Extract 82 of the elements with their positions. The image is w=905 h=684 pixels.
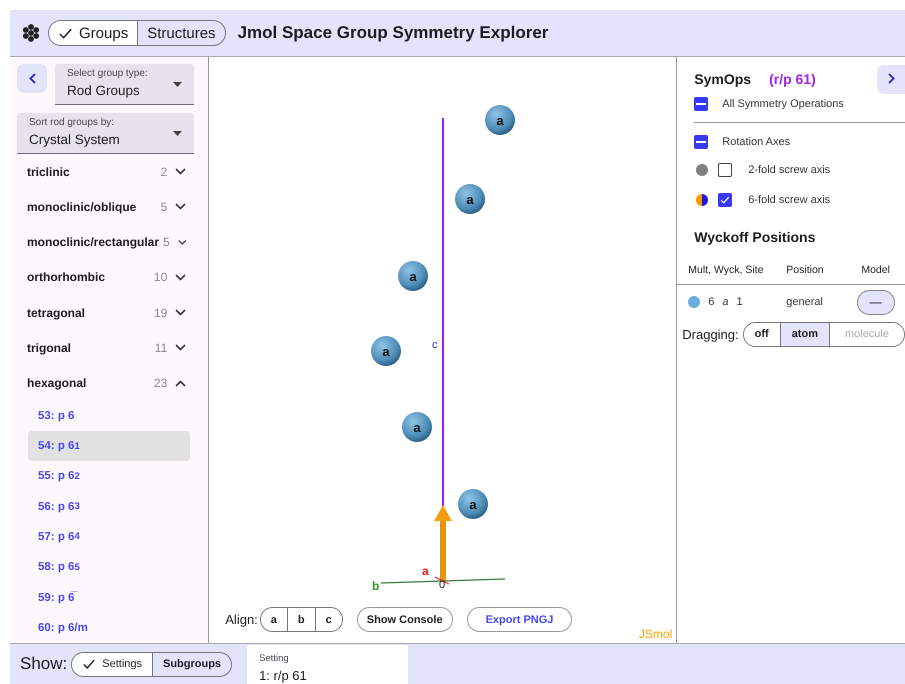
group-count: 19: [154, 306, 168, 320]
minus-icon: [696, 103, 706, 105]
axis-label: b: [372, 579, 380, 593]
show-label: Show:: [20, 654, 68, 674]
chevron-left-icon: [28, 73, 36, 84]
table-cell: 1: [736, 296, 743, 308]
atom[interactable]: a: [455, 184, 486, 214]
section-title: Wyckoff Positions: [693, 228, 816, 247]
axis-symbol-icon: [696, 194, 708, 206]
group-count: 11: [154, 340, 168, 355]
minus-icon: [696, 141, 706, 143]
atom[interactable]: a: [371, 336, 402, 366]
back-button[interactable]: [17, 64, 47, 93]
model-button[interactable]: —: [856, 290, 895, 314]
checkbox[interactable]: [694, 97, 708, 111]
chevron-down-icon[interactable]: [178, 238, 186, 246]
check-icon: [720, 195, 730, 205]
group-symbol: (r/p 61): [769, 71, 817, 87]
align-button[interactable]: c: [314, 608, 342, 631]
logo-icon: [22, 24, 40, 42]
dragging-label: Dragging:: [682, 326, 739, 342]
column-header: Model: [861, 264, 890, 276]
sort-select[interactable]: Sort rod groups by: Crystal System: [17, 113, 194, 154]
group-count: 5: [163, 235, 170, 250]
checkbox-label: All Symmetry Operations: [722, 98, 844, 110]
atom[interactable]: a: [458, 489, 488, 519]
checkbox-label: 2-fold screw axis: [748, 164, 830, 176]
checkbox[interactable]: [718, 163, 732, 177]
crystal-system-label[interactable]: triclinic: [27, 164, 157, 179]
column-header: Position: [786, 264, 824, 276]
checkbox[interactable]: [718, 193, 732, 207]
column-header: Mult, Wyck, Site: [688, 264, 764, 276]
dropdown-caret-icon: [173, 82, 182, 87]
crystal-system-label[interactable]: monoclinic/oblique: [27, 200, 157, 214]
atom[interactable]: a: [398, 261, 428, 291]
align-label: Align:: [225, 612, 258, 627]
group-count: 10: [154, 270, 168, 284]
group-count: 23: [154, 376, 168, 390]
group-list-item[interactable]: 60: p 6/m: [28, 612, 190, 643]
group-list-item[interactable]: 59: p 6̅: [28, 582, 190, 613]
dragging-option[interactable]: atom: [780, 322, 829, 346]
crystal-system-label[interactable]: orthorhombic: [27, 270, 150, 284]
axis-label: c: [432, 339, 438, 351]
checkbox[interactable]: [694, 135, 708, 149]
export-button[interactable]: Export PNGJ: [466, 607, 572, 632]
setting-field[interactable]: Setting 1: r/p 61: [247, 645, 408, 684]
console-button[interactable]: Show Console: [356, 607, 453, 632]
axis-symbol-icon: [696, 164, 708, 176]
crystal-system-label[interactable]: monoclinic/rectangular: [27, 235, 160, 250]
chevron-down-icon[interactable]: [175, 344, 186, 352]
dropdown-caret-icon: [173, 131, 182, 136]
crystal-system-label[interactable]: tetragonal: [27, 306, 150, 320]
table-cell: a: [722, 296, 729, 308]
crystal-system-label[interactable]: hexagonal: [27, 376, 150, 390]
show-toggle-option[interactable]: Settings: [72, 652, 152, 676]
chevron-down-icon[interactable]: [175, 309, 186, 316]
table-cell: 6: [708, 296, 714, 308]
show-toggle-option[interactable]: Subgroups: [152, 652, 232, 676]
checkbox-label: Rotation Axes: [722, 136, 790, 148]
chevron-right-icon: [888, 73, 894, 84]
axis-label: 0: [439, 579, 446, 591]
checkbox-label: 6-fold screw axis: [748, 194, 830, 206]
table-cell-text: general: [786, 296, 824, 308]
mode-tab[interactable]: Groups: [49, 21, 138, 45]
symops-title: SymOps: [694, 71, 752, 87]
mode-tab[interactable]: Structures: [137, 21, 225, 45]
group-count: 5: [160, 200, 168, 214]
chevron-down-icon[interactable]: [175, 203, 186, 210]
chevron-down-icon[interactable]: [175, 168, 186, 176]
axis-label: a: [422, 564, 429, 578]
group-list-item[interactable]: 53: p 6: [28, 400, 190, 431]
jsmol-brand: JSmol: [638, 627, 672, 641]
crystal-system-label[interactable]: trigonal: [27, 340, 151, 355]
chevron-down-icon[interactable]: [175, 274, 186, 281]
app-title: Jmol Space Group Symmetry Explorer: [238, 23, 548, 43]
atom[interactable]: a: [485, 105, 516, 135]
atom[interactable]: a: [402, 412, 432, 442]
check-icon: [82, 657, 96, 671]
group-count: 2: [160, 164, 168, 179]
forward-button[interactable]: [877, 64, 905, 94]
group-type-select[interactable]: Select group type: Rod Groups: [55, 64, 194, 105]
chevron-up-icon[interactable]: [175, 380, 186, 387]
